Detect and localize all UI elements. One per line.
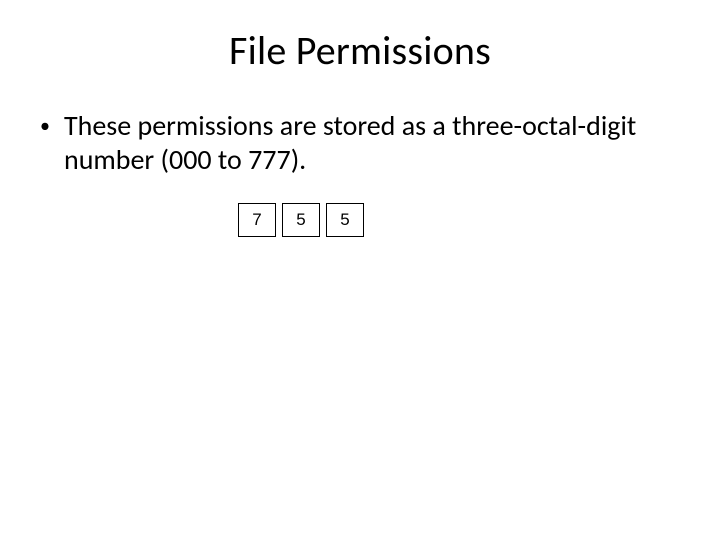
bullet-text: These permissions are stored as a three-… <box>64 109 680 177</box>
slide-title: File Permissions <box>40 26 680 75</box>
octal-digit-box-other: 5 <box>326 203 364 237</box>
bullet-item: • These permissions are stored as a thre… <box>40 109 680 177</box>
slide: File Permissions • These permissions are… <box>0 0 720 540</box>
octal-digit-row: 7 5 5 <box>238 203 680 237</box>
octal-digit-box-owner: 7 <box>238 203 276 237</box>
bullet-marker: • <box>40 109 64 143</box>
octal-digit-box-group: 5 <box>282 203 320 237</box>
